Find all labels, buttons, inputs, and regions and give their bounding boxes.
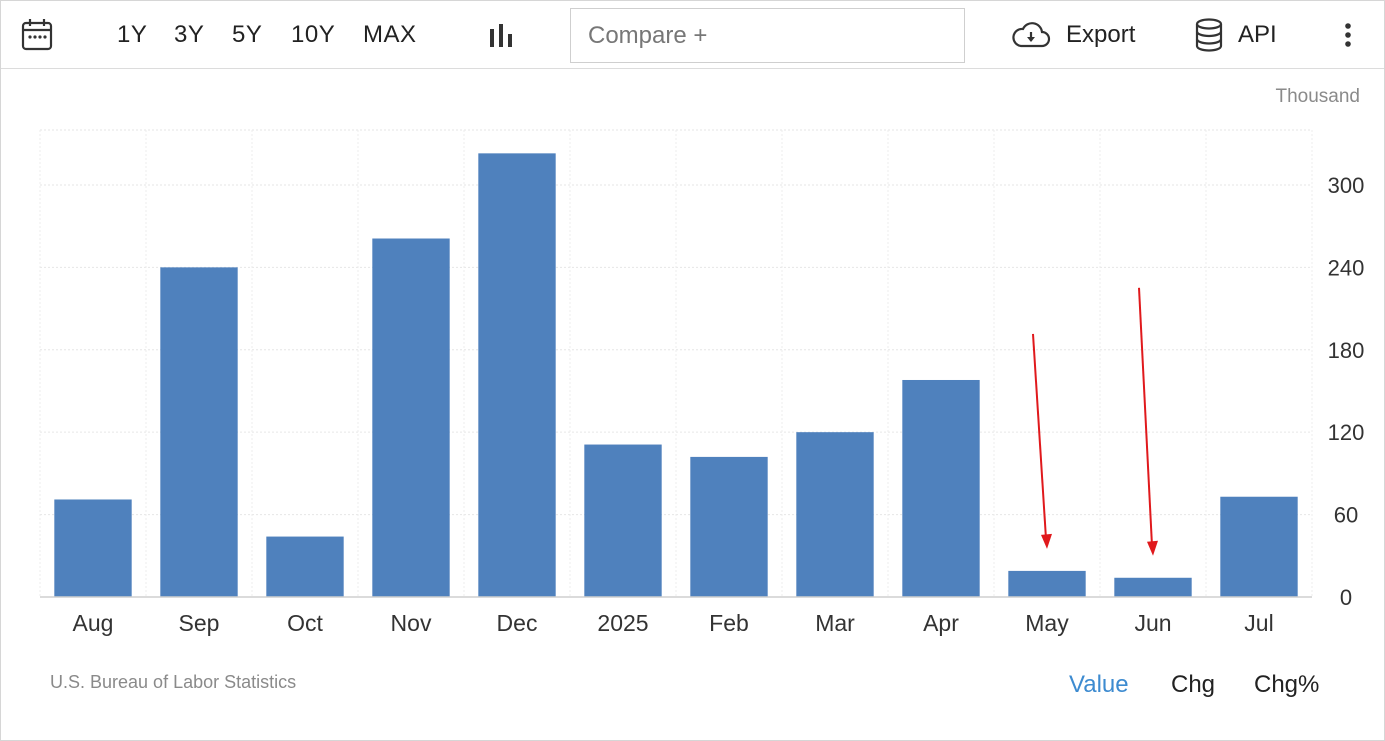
bar-chart: 0 60 120 180 240 300 Aug Sep Oct Nov Dec 2025 Feb Mar… — [39, 129, 1365, 636]
bar — [902, 379, 980, 597]
mode-chgpct-button[interactable]: Chg% — [1254, 671, 1319, 699]
x-tick-label: May — [1025, 610, 1069, 636]
annotation-arrow-head — [1147, 540, 1158, 556]
x-tick-label: Jul — [1244, 610, 1273, 636]
bar — [796, 432, 874, 597]
x-tick-label: Jun — [1134, 610, 1171, 636]
bar — [266, 536, 344, 597]
y-tick-label: 300 — [1328, 173, 1365, 198]
source-label: U.S. Bureau of Labor Statistics — [50, 672, 297, 692]
bar — [1220, 496, 1298, 597]
x-tick-label: 2025 — [597, 610, 648, 636]
bar — [54, 499, 132, 597]
y-tick-label: 120 — [1328, 420, 1365, 445]
x-tick-label: Sep — [179, 610, 220, 636]
bar — [478, 153, 556, 597]
y-tick-label: 240 — [1328, 255, 1365, 280]
bar — [1114, 577, 1192, 597]
mode-chg-button[interactable]: Chg — [1171, 671, 1215, 699]
bar — [584, 444, 662, 597]
x-tick-label: Oct — [287, 610, 323, 636]
y-tick-label: 60 — [1334, 503, 1358, 528]
bar — [1008, 570, 1086, 597]
bar — [372, 238, 450, 597]
annotation-arrow-shaft — [1032, 333, 1047, 539]
annotation-arrow-shaft — [1138, 287, 1153, 546]
x-tick-label: Apr — [923, 610, 959, 636]
bar — [690, 456, 768, 597]
x-tick-label: Nov — [391, 610, 432, 636]
x-tick-label: Dec — [497, 610, 538, 636]
mode-value-button[interactable]: Value — [1069, 671, 1129, 699]
x-tick-label: Feb — [709, 610, 749, 636]
x-tick-label: Mar — [815, 610, 855, 636]
annotation-arrow-head — [1041, 533, 1052, 549]
x-tick-label: Aug — [73, 610, 114, 636]
y-tick-label: 0 — [1340, 585, 1352, 610]
y-tick-label: 180 — [1328, 338, 1365, 363]
bar — [160, 267, 238, 597]
